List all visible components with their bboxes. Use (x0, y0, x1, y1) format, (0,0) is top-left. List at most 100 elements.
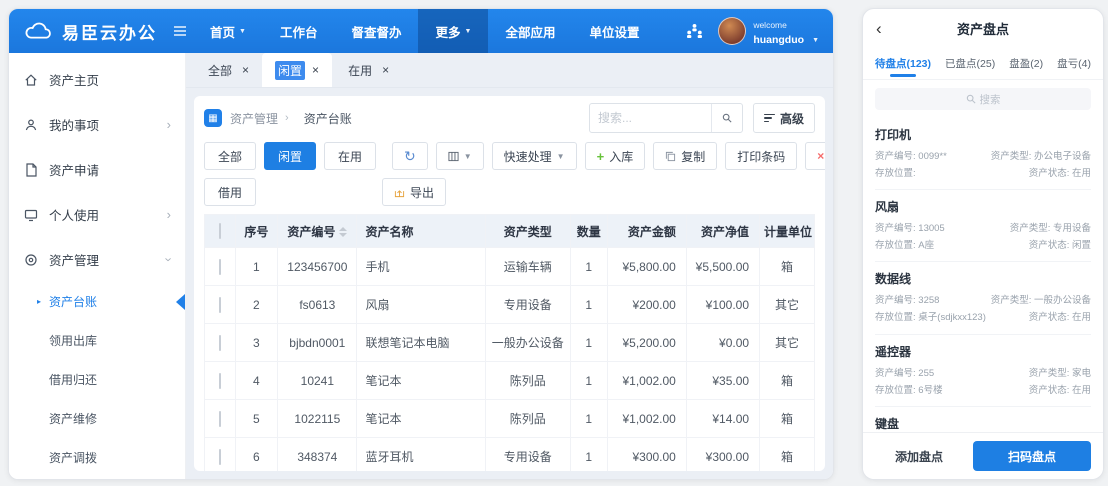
table-row[interactable]: 4 10241 笔记本 陈列品 1 ¥1,002.00 ¥35.00 箱 (204, 361, 815, 400)
export-button[interactable]: 导出 (382, 178, 447, 206)
apps-menu-icon[interactable] (173, 24, 187, 38)
sidebar-subitem[interactable]: 资产调拨 (9, 438, 185, 477)
collapse-arrow-icon[interactable] (176, 293, 185, 310)
row-checkbox[interactable] (218, 334, 221, 351)
org-structure-icon[interactable] (685, 22, 704, 40)
sort-icon[interactable] (339, 227, 348, 238)
add-inventory-button[interactable]: 添加盘点 (875, 448, 963, 465)
mobile-search[interactable]: 搜索 (875, 88, 1091, 110)
row-checkbox[interactable] (218, 296, 221, 313)
delete-button[interactable]: ×删除 (805, 142, 825, 170)
search-icon[interactable] (710, 104, 742, 132)
sidebar-subitem[interactable]: 领用出库 (9, 321, 185, 360)
column-header-4[interactable]: 数量 (569, 214, 608, 248)
back-icon[interactable]: ‹ (876, 20, 882, 37)
column-header-1[interactable]: 资产编号 (277, 214, 358, 248)
breadcrumb[interactable]: 资产管理 (230, 110, 278, 127)
mobile-tab[interactable]: 盘盈(2) (1009, 47, 1043, 79)
mobile-asset-item[interactable]: 数据线 资产编号: 3258 资产类型: 一般办公设备 存放位置: 桌子(sdj… (875, 262, 1091, 335)
cell-no: 2 (234, 285, 279, 324)
topnav-item[interactable]: 首页 ▼ (193, 9, 263, 53)
status-filter-button[interactable]: 全部 (204, 142, 256, 170)
cell-no: 4 (234, 361, 279, 400)
column-header-2[interactable]: 资产名称 (356, 214, 486, 248)
topnav-item[interactable]: 单位设置 (572, 9, 656, 53)
cell-name: 风扇 (356, 285, 486, 324)
asset-code: 3258 (918, 295, 940, 307)
mobile-asset-item[interactable]: 遥控器 资产编号: 255 资产类型: 家电 存放位置: 6号楼 资产状态: 在… (875, 335, 1091, 407)
mobile-tab[interactable]: 待盘点(123) (875, 47, 931, 79)
sidebar-subitem[interactable]: ▸ 资产台账 (9, 282, 185, 321)
sidebar-item[interactable]: 资产主页 (9, 57, 185, 102)
column-header-7[interactable]: 计量单位 (759, 214, 815, 248)
status-filter-button[interactable]: 闲置 (264, 142, 316, 170)
mobile-panel: ‹ 资产盘点 待盘点(123) 已盘点(25) 盘盈(2) 盘亏(4) 搜索 打印机 … (862, 8, 1104, 480)
row-checkbox[interactable] (218, 372, 221, 389)
cell-qty: 1 (569, 437, 608, 471)
table-row[interactable]: 3 bjbdn0001 联想笔记本电脑 一般办公设备 1 ¥5,200.00 ¥… (204, 323, 815, 362)
page-tab[interactable]: 在用 × (332, 53, 402, 87)
cell-checkbox (204, 285, 236, 324)
mobile-asset-item[interactable]: 打印机 资产编号: 0099** 资产类型: 办公电子设备 存放位置: 资产状态… (875, 118, 1091, 191)
topnav-item[interactable]: 督查督办 (334, 9, 418, 53)
column-header-3[interactable]: 资产类型 (484, 214, 571, 248)
brand-logo[interactable]: 易臣云办公 (23, 19, 157, 44)
page-tab-label: 全部 (208, 63, 233, 78)
page-tab[interactable]: 闲置 × (262, 53, 333, 87)
sidebar-item[interactable]: 资产管理 › (9, 237, 185, 282)
mobile-tab[interactable]: 盘亏(4) (1057, 47, 1091, 79)
page-tab[interactable]: 全部 × (192, 53, 262, 87)
sidebar-subitem[interactable]: 资产维修 (9, 399, 185, 438)
table-row[interactable]: 5 1022115 笔记本 陈列品 1 ¥1,002.00 ¥14.00 箱 (204, 399, 815, 438)
table-row[interactable]: 2 fs0613 风扇 专用设备 1 ¥200.00 ¥100.00 其它 (204, 285, 815, 324)
mobile-asset-item[interactable]: 笔记本1 资产编号: 131jba5 资产类型: 电子设备 (875, 479, 1091, 480)
cell-checkbox (204, 323, 236, 362)
select-all-checkbox[interactable] (218, 223, 221, 239)
column-header-5[interactable]: 资产金额 (606, 214, 687, 248)
status-filter-button[interactable]: 借用 (204, 178, 256, 206)
breadcrumb-row: ▦ 资产管理 › 资产台账 搜索... 高级 (204, 96, 815, 140)
chevron-down-icon: ▼ (464, 27, 472, 35)
chevron-down-icon: ▼ (812, 36, 819, 44)
cell-qty: 1 (569, 323, 608, 362)
mobile-asset-list: 打印机 资产编号: 0099** 资产类型: 办公电子设备 存放位置: 资产状态… (863, 118, 1103, 480)
sidebar-submenu: ▸ 资产台账 领用出库 借用归还 资产维修 资产调拨 资产盘点 (9, 282, 185, 479)
sidebar-item[interactable]: 我的事项 › (9, 102, 185, 147)
columns-button[interactable]: ▼ (435, 142, 484, 170)
refresh-icon: ↻ (404, 148, 416, 164)
column-header-0[interactable]: 序号 (234, 214, 279, 248)
table-row[interactable]: 6 348374 蓝牙耳机 专用设备 1 ¥300.00 ¥300.00 箱 (204, 437, 815, 471)
sidebar-item[interactable]: 资产申请 (9, 147, 185, 192)
topnav-item-label: 首页 (210, 25, 236, 40)
quick-actions-button[interactable]: 快速处理 ▼ (491, 142, 577, 170)
topnav-item[interactable]: 全部应用 (488, 9, 572, 53)
column-header-6[interactable]: 资产净值 (685, 214, 761, 248)
sidebar-subitem[interactable]: 借用归还 (9, 360, 185, 399)
cell-unit: 箱 (759, 361, 815, 400)
inbound-button[interactable]: + 入库 (584, 142, 646, 170)
close-icon[interactable]: × (382, 63, 389, 77)
topnav-item[interactable]: 更多 ▼ (418, 9, 489, 53)
asset-name: 风扇 (875, 200, 900, 215)
user-menu[interactable]: welcome huangduo ▼ (718, 14, 819, 47)
sidebar-subitem[interactable]: 资产盘点 (9, 477, 185, 479)
status-filter-button[interactable]: 在用 (324, 142, 376, 170)
table-row[interactable]: 1 123456700 手机 运输车辆 1 ¥5,800.00 ¥5,500.0… (204, 247, 815, 286)
sidebar-item[interactable]: 个人使用 › (9, 192, 185, 237)
mobile-asset-item[interactable]: 风扇 资产编号: 13005 资产类型: 专用设备 存放位置: A座 资产状态:… (875, 190, 1091, 263)
print-barcode-button[interactable]: 打印条码 (725, 142, 798, 170)
refresh-button[interactable]: ↻ (392, 142, 428, 170)
page-tab-label: 在用 (348, 63, 373, 78)
row-checkbox[interactable] (218, 258, 221, 275)
mobile-tab[interactable]: 已盘点(25) (945, 47, 995, 79)
topnav-item[interactable]: 工作台 (263, 9, 335, 53)
row-checkbox[interactable] (218, 410, 221, 427)
copy-button[interactable]: 复制 (653, 142, 718, 170)
advanced-search-button[interactable]: 高级 (752, 103, 815, 133)
scan-inventory-button[interactable]: 扫码盘点 (973, 441, 1091, 471)
row-checkbox[interactable] (218, 448, 221, 465)
close-icon[interactable]: × (242, 63, 249, 77)
brand-name: 易臣云办公 (62, 23, 157, 43)
search-input[interactable] (589, 111, 711, 125)
close-icon[interactable]: × (312, 63, 319, 77)
